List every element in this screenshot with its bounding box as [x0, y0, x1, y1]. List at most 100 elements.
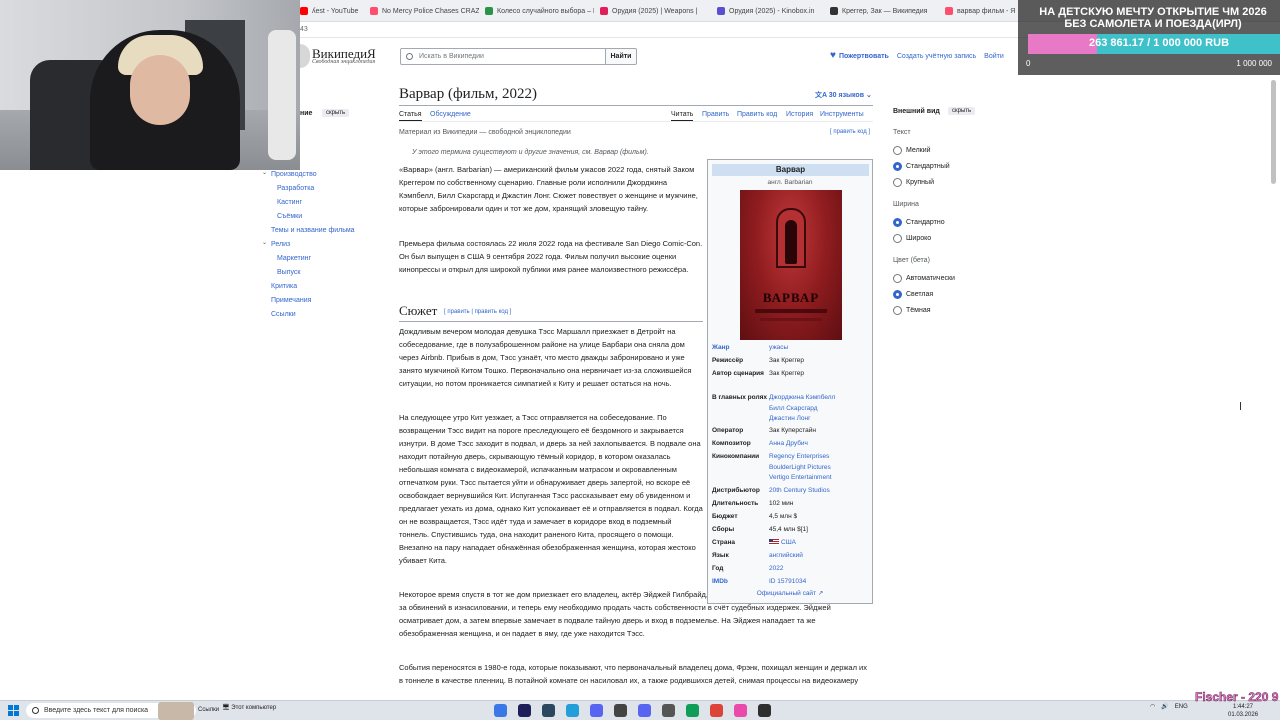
tab-tools[interactable]: Инструменты	[820, 111, 864, 118]
taskbar-app-icon[interactable]	[662, 704, 675, 717]
chevron-down-icon[interactable]: ⌄	[262, 169, 267, 176]
radio-button[interactable]	[893, 162, 902, 171]
radio-button[interactable]	[893, 178, 902, 187]
infobox-value[interactable]: 20th Century Studios	[769, 486, 830, 497]
languages-button[interactable]: 文A 30 языков ⌄	[815, 90, 872, 100]
appearance-hide-button[interactable]: скрыть	[948, 107, 976, 115]
toc-item[interactable]: Критика	[271, 283, 297, 290]
tab-edit-source[interactable]: Править код	[737, 111, 777, 118]
infobox-value[interactable]: Джорджина Кэмпбелл Билл Скарсгард Джасти…	[769, 393, 835, 425]
infobox-label[interactable]: Жанр	[712, 343, 767, 353]
chevron-down-icon[interactable]: ⌄	[262, 239, 267, 246]
toc-item[interactable]: Релиз	[271, 241, 290, 248]
search-input[interactable]: Искать в Википедии	[400, 48, 606, 65]
taskbar-links-toolbar[interactable]: Ссылки	[198, 707, 219, 713]
official-site-link[interactable]: Официальный сайт ↗	[708, 589, 872, 597]
toc-item[interactable]: Кастинг	[277, 199, 302, 206]
donation-progress-bar: 263 861.17 / 1 000 000 RUB	[1028, 34, 1280, 54]
taskbar-app-icon[interactable]	[614, 704, 627, 717]
radio-button[interactable]	[893, 274, 902, 283]
toc-item[interactable]: Примечания	[271, 297, 311, 304]
taskbar-app-icon[interactable]	[638, 704, 651, 717]
browser-tab[interactable]: Орудия (2025) | Weapons |	[600, 3, 711, 19]
toc-item[interactable]: Разработка	[277, 185, 314, 192]
edit-code-link[interactable]: [ править код ]	[830, 129, 870, 135]
taskbar-this-pc[interactable]: 🖥 Этот компьютер	[222, 704, 276, 711]
infobox-value[interactable]: 2022	[769, 564, 783, 575]
country-name: США	[781, 539, 796, 546]
scrollbar-thumb[interactable]	[1271, 80, 1276, 184]
infobox-value[interactable]: ID 15791034	[769, 577, 806, 588]
plot-divider	[399, 321, 703, 322]
tab-talk[interactable]: Обсуждение	[430, 111, 471, 118]
browser-tab[interactable]: Колесо случайного выбора – Р	[485, 3, 594, 19]
taskbar-app-icon[interactable]	[566, 704, 579, 717]
infobox-value: Зак Куперстайн	[769, 427, 816, 434]
heart-icon: ♥	[830, 50, 836, 61]
toc-item[interactable]: Маркетинг	[277, 255, 311, 262]
browser-tab[interactable]: Креггер, Зак — Википедия	[830, 3, 939, 19]
appearance-option[interactable]: Мелкий	[893, 146, 931, 155]
wikipedia-logo[interactable]: ВикипедиЯ Свободная энциклопедия	[300, 44, 390, 68]
search-button[interactable]: Найти	[605, 48, 637, 65]
taskbar-app-icon[interactable]	[518, 704, 531, 717]
taskbar-app-icon[interactable]	[758, 704, 771, 717]
toc-item[interactable]: Съёмки	[277, 213, 302, 220]
browser-tab[interactable]: Орудия (2025) - Kinobox.in	[717, 3, 824, 19]
taskbar-app-icon[interactable]	[734, 704, 747, 717]
browser-tab[interactable]: варвар фильм - Яндекс	[945, 3, 1015, 19]
appearance-option[interactable]: Стандартный	[893, 162, 950, 171]
appearance-option[interactable]: Широко	[893, 234, 931, 243]
option-label: Стандартно	[906, 219, 945, 226]
radio-button[interactable]	[893, 234, 902, 243]
globe-icon	[300, 44, 310, 68]
film-poster[interactable]: ВАРВАР	[740, 190, 842, 340]
infobox-value[interactable]: ужасы	[769, 343, 788, 354]
appearance-option[interactable]: Тёмная	[893, 306, 931, 315]
taskbar-app-icon[interactable]	[686, 704, 699, 717]
taskbar-app-icon[interactable]	[494, 704, 507, 717]
tab-edit[interactable]: Править	[702, 111, 729, 118]
volume-icon[interactable]: 🔊	[1161, 703, 1168, 710]
tab-history[interactable]: История	[786, 111, 813, 118]
browser-tab[interactable]: ʎest - YouTube	[300, 3, 364, 19]
taskbar-app-icon[interactable]	[710, 704, 723, 717]
taskbar-clock[interactable]: 1:44:27 01.03.2026	[1228, 703, 1258, 719]
appearance-option[interactable]: Автоматически	[893, 274, 955, 283]
radio-button[interactable]	[893, 218, 902, 227]
tab-favicon-icon	[830, 7, 838, 15]
toc-item[interactable]: Темы и название фильма	[271, 227, 355, 234]
windows-start-icon[interactable]	[8, 705, 19, 716]
infobox-label[interactable]: IMDb	[712, 577, 767, 587]
create-account-link[interactable]: Создать учётную запись	[897, 53, 976, 60]
login-link[interactable]: Войти	[984, 53, 1004, 60]
tab-favicon-icon	[300, 7, 308, 15]
radio-button[interactable]	[893, 290, 902, 299]
tab-favicon-icon	[370, 7, 378, 15]
taskbar-app-icon[interactable]	[590, 704, 603, 717]
infobox-value[interactable]: Анна Друбич	[769, 439, 808, 450]
toc-item[interactable]: Выпуск	[277, 269, 300, 276]
appearance-option[interactable]: Светлая	[893, 290, 933, 299]
language-indicator[interactable]: ENG	[1175, 704, 1188, 710]
radio-button[interactable]	[893, 306, 902, 315]
radio-button[interactable]	[893, 146, 902, 155]
infobox-value[interactable]: США	[769, 538, 796, 549]
toc-item[interactable]: Производство	[271, 171, 317, 178]
toc-item[interactable]: Ссылки	[271, 311, 296, 318]
taskbar-app-icon[interactable]	[542, 704, 555, 717]
search-highlight-image[interactable]	[158, 702, 194, 720]
wifi-icon[interactable]: ◠	[1150, 703, 1155, 710]
donate-link[interactable]: ♥ Пожертвовать	[830, 50, 889, 61]
donation-amount: 263 861.17 / 1 000 000 RUB	[1088, 37, 1230, 49]
infobox-value[interactable]: английский	[769, 551, 803, 562]
infobox-value: 4,5 млн $	[769, 513, 798, 520]
windows-taskbar: Введите здесь текст для поиска Ссылки 🖥 …	[0, 700, 1280, 720]
infobox-value[interactable]: Regency Enterprises BoulderLight Picture…	[769, 452, 832, 484]
toc-hide-button[interactable]: скрыть	[322, 109, 350, 117]
browser-tab[interactable]: No Mercy Police Chases CRAZY	[370, 3, 479, 19]
appearance-option[interactable]: Крупный	[893, 178, 934, 187]
plot-edit-link[interactable]: [ править | править код ]	[444, 309, 511, 315]
appearance-option[interactable]: Стандартно	[893, 218, 945, 227]
poster-title: ВАРВАР	[762, 290, 820, 305]
